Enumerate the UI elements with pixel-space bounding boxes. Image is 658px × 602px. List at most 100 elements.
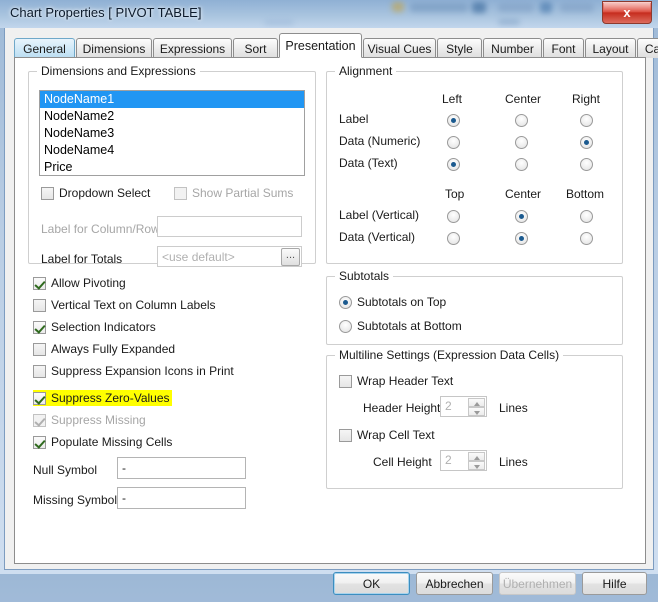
checkbox-icon[interactable] xyxy=(33,391,46,405)
radio-data-numeric-right[interactable] xyxy=(580,134,593,150)
checkbox-icon[interactable] xyxy=(41,186,54,200)
chevron-down-icon[interactable] xyxy=(468,461,485,470)
missing-symbol-input[interactable]: - xyxy=(117,487,246,509)
checkbox-icon[interactable] xyxy=(33,342,46,356)
show-partial-sums-label: Show Partial Sums xyxy=(192,186,294,200)
radio-label-vertical-top[interactable] xyxy=(447,208,460,224)
null-symbol-input[interactable]: - xyxy=(117,457,246,479)
dimensions-group-legend: Dimensions and Expressions xyxy=(37,64,200,78)
radio-label-center[interactable] xyxy=(515,112,528,128)
label-for-totals-label: Label for Totals xyxy=(41,252,123,266)
tab-style[interactable]: Style xyxy=(437,38,482,58)
radio-icon[interactable] xyxy=(515,210,528,224)
chart-properties-dialog: Chart Properties [ PIVOT TABLE] x Genera… xyxy=(0,0,658,595)
wrap-cell-text-checkbox-row[interactable]: Wrap Cell Text xyxy=(339,428,435,442)
checkbox-icon[interactable] xyxy=(33,435,46,449)
tab-visual-cues[interactable]: Visual Cues xyxy=(363,38,436,58)
tab-expressions[interactable]: Expressions xyxy=(153,38,232,58)
stepper-buttons[interactable] xyxy=(468,452,485,470)
radio-icon[interactable] xyxy=(447,136,460,150)
header-height-value: 2 xyxy=(445,399,452,413)
alignment-header-vcenter: Center xyxy=(505,187,542,201)
tab-font[interactable]: Font xyxy=(543,38,584,58)
list-item[interactable]: NodeName1 xyxy=(40,91,304,108)
tab-layout[interactable]: Layout xyxy=(585,38,636,58)
option-always-fully-expanded[interactable]: Always Fully Expanded xyxy=(33,342,175,356)
radio-data-numeric-center[interactable] xyxy=(515,134,528,150)
radio-data-text-center[interactable] xyxy=(515,156,528,172)
wrap-cell-text-label: Wrap Cell Text xyxy=(357,428,435,442)
radio-icon[interactable] xyxy=(580,158,593,172)
radio-icon[interactable] xyxy=(515,136,528,150)
radio-data-vertical-center[interactable] xyxy=(515,230,528,246)
dimensions-listbox[interactable]: NodeName1 NodeName2 NodeName3 NodeName4 … xyxy=(39,90,305,176)
option-populate-missing-cells[interactable]: Populate Missing Cells xyxy=(33,435,172,449)
tab-number[interactable]: Number xyxy=(483,38,542,58)
tab-presentation[interactable]: Presentation xyxy=(279,33,362,58)
checkbox-icon[interactable] xyxy=(33,276,46,290)
alignment-group-legend: Alignment xyxy=(335,64,397,78)
chevron-down-icon[interactable] xyxy=(468,407,485,416)
option-allow-pivoting[interactable]: Allow Pivoting xyxy=(33,276,126,290)
list-item[interactable]: NodeName4 xyxy=(40,142,304,159)
tab-dimensions[interactable]: Dimensions xyxy=(76,38,152,58)
subtotals-at-bottom-label: Subtotals at Bottom xyxy=(357,319,462,333)
option-suppress-zero-values[interactable]: Suppress Zero-Values xyxy=(33,390,172,406)
option-suppress-expansion-icons-in-print[interactable]: Suppress Expansion Icons in Print xyxy=(33,364,234,378)
radio-icon[interactable] xyxy=(339,319,352,333)
radio-icon[interactable] xyxy=(447,210,460,224)
null-symbol-label: Null Symbol xyxy=(33,463,98,477)
radio-icon[interactable] xyxy=(580,114,593,128)
close-icon[interactable]: x xyxy=(602,1,652,24)
radio-data-text-right[interactable] xyxy=(580,156,593,172)
radio-icon[interactable] xyxy=(447,158,460,172)
checkbox-icon[interactable] xyxy=(33,364,46,378)
radio-icon[interactable] xyxy=(447,114,460,128)
radio-icon[interactable] xyxy=(580,210,593,224)
tab-general[interactable]: General xyxy=(14,38,75,58)
option-vertical-text-on-column-labels[interactable]: Vertical Text on Column Labels xyxy=(33,298,216,312)
radio-data-text-left[interactable] xyxy=(447,156,460,172)
tab-sort[interactable]: Sort xyxy=(233,38,278,58)
radio-icon[interactable] xyxy=(580,232,593,246)
radio-data-numeric-left[interactable] xyxy=(447,134,460,150)
cancel-button[interactable]: Abbrechen xyxy=(416,572,493,595)
radio-icon[interactable] xyxy=(580,136,593,150)
option-suppress-missing: Suppress Missing xyxy=(33,413,146,427)
checkbox-icon[interactable] xyxy=(33,298,46,312)
help-button[interactable]: Hilfe xyxy=(582,572,647,595)
checkbox-icon[interactable] xyxy=(33,320,46,334)
radio-label-vertical-center[interactable] xyxy=(515,208,528,224)
radio-icon[interactable] xyxy=(447,232,460,246)
label-for-column-row-input[interactable] xyxy=(157,216,302,237)
subtotals-at-bottom-radio-row[interactable]: Subtotals at Bottom xyxy=(339,319,462,333)
ok-button[interactable]: OK xyxy=(333,572,410,595)
dropdown-select-checkbox-row[interactable]: Dropdown Select xyxy=(41,186,150,200)
presentation-tab-page: Dimensions and Expressions NodeName1 Nod… xyxy=(14,57,646,564)
label-for-totals-ellipsis-button[interactable]: ... xyxy=(281,248,300,266)
radio-label-left[interactable] xyxy=(447,112,460,128)
list-item[interactable]: Price xyxy=(40,159,304,175)
chevron-up-icon[interactable] xyxy=(468,452,485,461)
cell-height-label: Cell Height xyxy=(373,455,432,469)
tab-caption[interactable]: Caption xyxy=(637,38,658,58)
header-height-stepper[interactable]: 2 xyxy=(440,396,487,417)
list-item[interactable]: NodeName3 xyxy=(40,125,304,142)
radio-icon[interactable] xyxy=(339,295,352,309)
stepper-buttons[interactable] xyxy=(468,398,485,416)
wrap-header-text-checkbox-row[interactable]: Wrap Header Text xyxy=(339,374,453,388)
subtotals-on-top-radio-row[interactable]: Subtotals on Top xyxy=(339,295,446,309)
radio-icon[interactable] xyxy=(515,232,528,246)
radio-label-right[interactable] xyxy=(580,112,593,128)
radio-icon[interactable] xyxy=(515,158,528,172)
checkbox-icon[interactable] xyxy=(339,428,352,442)
radio-icon[interactable] xyxy=(515,114,528,128)
cell-height-stepper[interactable]: 2 xyxy=(440,450,487,471)
radio-data-vertical-top[interactable] xyxy=(447,230,460,246)
checkbox-icon[interactable] xyxy=(339,374,352,388)
radio-label-vertical-bottom[interactable] xyxy=(580,208,593,224)
option-selection-indicators[interactable]: Selection Indicators xyxy=(33,320,156,334)
list-item[interactable]: NodeName2 xyxy=(40,108,304,125)
chevron-up-icon[interactable] xyxy=(468,398,485,407)
radio-data-vertical-bottom[interactable] xyxy=(580,230,593,246)
